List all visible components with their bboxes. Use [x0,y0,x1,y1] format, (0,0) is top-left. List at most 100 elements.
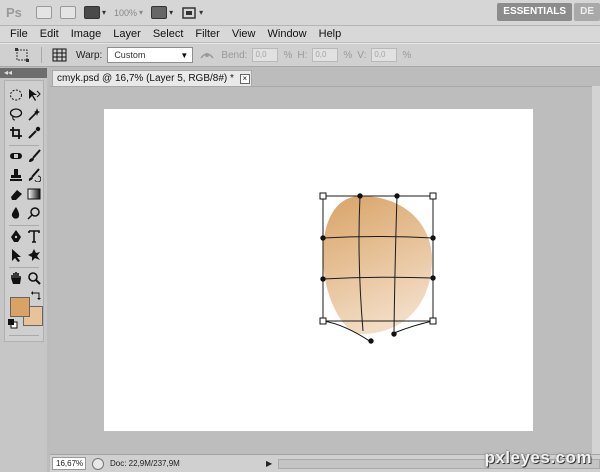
eraser-tool[interactable] [7,186,25,202]
tools-divider [9,267,39,268]
pen-tool[interactable] [7,228,25,244]
arrange-documents-button[interactable]: ▾ [151,5,173,21]
view-extras-button[interactable]: ▾ [84,5,106,21]
status-info-icon[interactable] [92,457,104,470]
zoom-field[interactable]: 16,67% [52,457,86,470]
menu-file[interactable]: File [10,28,28,40]
lasso-tool[interactable] [7,106,25,122]
warp-style-value: Custom [114,50,146,60]
tools-panel-collapse[interactable]: ◂◂ [0,68,47,78]
path-selection-tool[interactable] [7,247,25,263]
warp-orientation-icon [200,53,214,59]
history-brush-icon [28,168,41,182]
drop-icon [11,207,20,219]
close-icon[interactable]: × [239,73,250,84]
warp-transform-overlay[interactable] [104,109,533,431]
vertical-scrollbar[interactable] [592,86,600,454]
egg-layer-shape [322,196,432,334]
gradient-icon [27,188,41,200]
image-canvas[interactable] [104,109,533,431]
status-menu-arrow-icon[interactable]: ▶ [266,459,272,468]
zoom-tool[interactable] [25,270,43,286]
menu-edit[interactable]: Edit [40,28,59,40]
hand-tool[interactable] [7,270,25,286]
bridge-button[interactable] [36,5,52,21]
v-label: V: [357,49,367,61]
application-bar: Ps ▾ 100% ▾ ▾ ▾ ESSENTIALS DE [0,0,600,26]
crop-icon [10,127,22,139]
path-select-icon [12,249,21,262]
dodge-icon [27,207,40,220]
menu-help[interactable]: Help [319,28,342,40]
warp-label: Warp: [76,49,103,61]
document-tab[interactable]: cmyk.psd @ 16,7% (Layer 5, RGB/8#) * × [52,70,252,86]
brush-tool[interactable] [25,148,43,164]
toggle-transform-mode-button[interactable] [51,47,69,63]
warp-style-select[interactable]: Custom ▼ [107,47,194,63]
bandage-icon [10,153,22,159]
document-size-info: Doc: 22,9M/237,9M [110,459,180,468]
workspace-switcher: ESSENTIALS DE [497,3,600,21]
dodge-tool[interactable] [25,205,43,221]
menu-image[interactable]: Image [71,28,102,40]
clone-stamp-tool[interactable] [7,167,25,183]
workspace-essentials-button[interactable]: ESSENTIALS [497,3,573,21]
photoshop-logo: Ps [6,5,22,20]
magnifier-icon [28,272,41,285]
default-colors-icon [8,319,18,329]
magic-wand-tool[interactable] [25,106,43,122]
default-colors-button[interactable] [8,319,20,331]
spot-healing-tool[interactable] [7,148,25,164]
options-bar: Warp: Custom ▼ Bend: 0,0 % H: 0,0 % V: 0… [0,43,600,67]
h-percent: % [343,49,353,61]
menu-filter[interactable]: Filter [195,28,219,40]
stamp-icon [10,169,22,181]
mini-bridge-button[interactable] [60,5,76,21]
menu-window[interactable]: Window [268,28,307,40]
tools-divider [9,225,39,226]
history-brush-tool[interactable] [25,167,43,183]
tools-divider [9,145,39,146]
options-divider [41,47,42,63]
crop-tool[interactable] [7,125,25,141]
custom-shape-icon [28,249,40,261]
blur-tool[interactable] [7,205,25,221]
hand-icon [11,272,21,284]
quick-mask-button[interactable] [9,335,39,336]
type-tool[interactable] [25,228,43,244]
move-tool[interactable] [25,87,43,103]
menu-bar: File Edit Image Layer Select Filter View… [0,26,600,42]
gradient-tool[interactable] [25,186,43,202]
zoom-level-menu[interactable]: 100% ▾ [114,5,143,21]
screen-mode-icon [182,6,196,19]
menu-layer[interactable]: Layer [113,28,141,40]
menu-view[interactable]: View [232,28,256,40]
marquee-tool[interactable] [7,87,25,103]
swap-colors-button[interactable] [31,291,43,303]
warp-mode-icon [52,48,67,62]
tools-panel: ◂◂ [0,68,47,472]
document-tab-title: cmyk.psd @ 16,7% (Layer 5, RGB/8#) * [57,73,234,84]
eyedropper-icon [28,126,41,139]
chevron-down-icon: ▼ [180,51,189,60]
menu-select[interactable]: Select [153,28,184,40]
foreground-color-swatch[interactable] [10,297,30,317]
change-warp-orientation-button[interactable] [198,47,216,63]
bend-field[interactable]: 0,0 [252,48,279,62]
bend-label: Bend: [221,49,248,61]
v-distortion-field[interactable]: 0,0 [371,48,398,62]
marquee-icon [10,89,22,101]
eyedropper-tool[interactable] [25,125,43,141]
transform-tool-icon [15,48,29,62]
eraser-icon [11,190,22,200]
custom-shape-tool[interactable] [25,247,43,263]
magic-wand-icon [28,108,40,121]
screen-mode-button[interactable]: ▾ [181,5,203,21]
bend-percent: % [283,49,293,61]
photoshop-window: Ps ▾ 100% ▾ ▾ ▾ ESSENTIALS DE File Edit I… [0,0,600,472]
pen-icon [11,230,21,242]
h-distortion-field[interactable]: 0,0 [312,48,339,62]
tool-preset-picker[interactable] [14,47,32,63]
workspace-design-button[interactable]: DE [574,3,600,21]
v-percent: % [402,49,412,61]
